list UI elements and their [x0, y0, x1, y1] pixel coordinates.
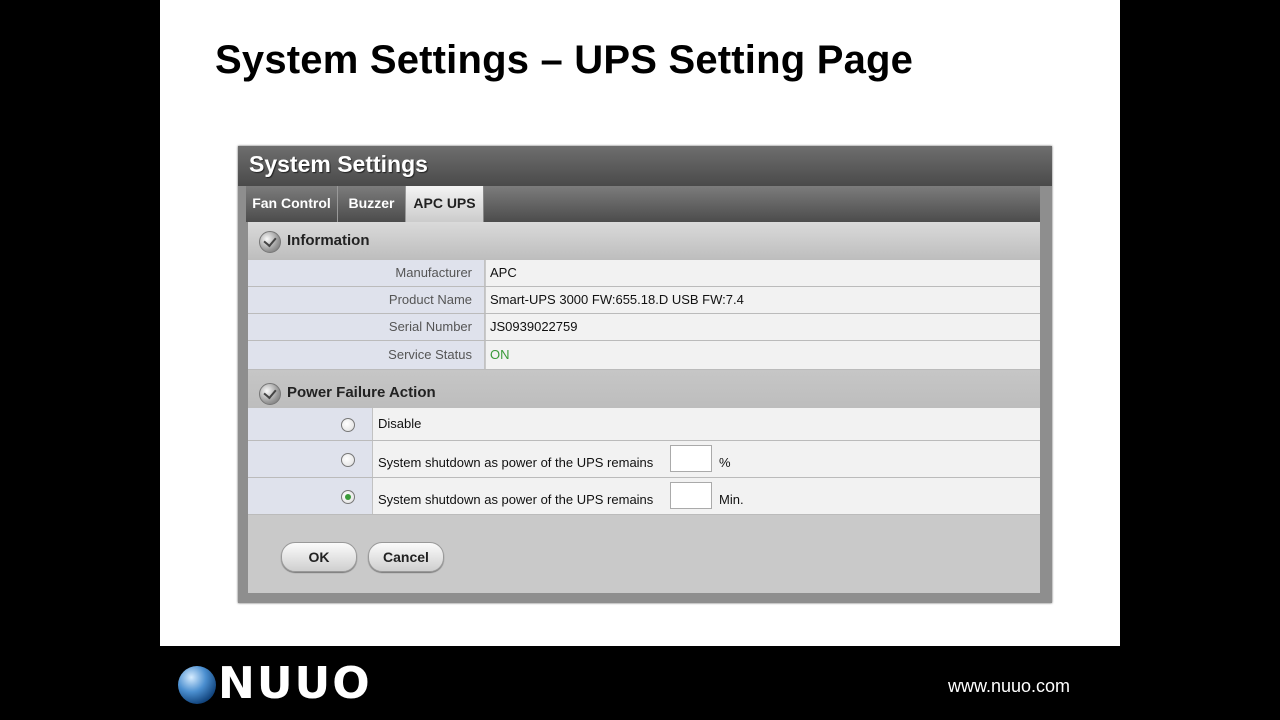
- info-value: Smart-UPS 3000 FW:655.18.D USB FW:7.4: [486, 287, 1040, 313]
- info-row-manufacturer: Manufacturer APC: [248, 260, 1040, 287]
- minutes-unit: Min.: [719, 492, 744, 507]
- pf-option-disable: Disable: [248, 408, 1040, 441]
- checkmark-icon: [259, 383, 281, 405]
- text-cell: System shutdown as power of the UPS rema…: [373, 478, 1040, 514]
- information-title: Information: [287, 232, 370, 249]
- system-settings-panel: System Settings Fan Control Buzzer APC U…: [238, 146, 1052, 603]
- information-section-header: Information: [248, 222, 1040, 260]
- disable-radio[interactable]: [341, 418, 355, 432]
- shutdown-minutes-input[interactable]: [670, 482, 712, 509]
- radio-cell: [248, 408, 373, 440]
- shutdown-percent-radio[interactable]: [341, 453, 355, 467]
- percent-unit: %: [719, 455, 731, 470]
- panel-title: System Settings: [249, 151, 428, 177]
- ok-button[interactable]: OK: [281, 542, 357, 572]
- info-value: APC: [486, 260, 1040, 286]
- tab-buzzer[interactable]: Buzzer: [338, 186, 406, 222]
- info-row-serial-number: Serial Number JS0939022759: [248, 314, 1040, 341]
- tab-content: Information Manufacturer APC Product Nam…: [248, 222, 1040, 593]
- shutdown-minutes-radio[interactable]: [341, 490, 355, 504]
- tab-fan-control[interactable]: Fan Control: [246, 186, 338, 222]
- globe-icon: [178, 666, 216, 704]
- logo-text: NUUO: [218, 658, 372, 709]
- slide: System Settings – UPS Setting Page Syste…: [160, 0, 1120, 646]
- power-failure-title: Power Failure Action: [287, 384, 436, 401]
- radio-cell: [248, 441, 373, 477]
- tab-bar: Fan Control Buzzer APC UPS: [246, 186, 1040, 224]
- service-status-value: ON: [486, 341, 1040, 369]
- info-label: Service Status: [248, 341, 485, 369]
- checkmark-icon: [259, 231, 281, 253]
- tab-apc-ups[interactable]: APC UPS: [406, 186, 484, 224]
- pf-option-minutes: System shutdown as power of the UPS rema…: [248, 478, 1040, 515]
- pf-option-percent: System shutdown as power of the UPS rema…: [248, 441, 1040, 478]
- radio-cell: [248, 478, 373, 514]
- cancel-button[interactable]: Cancel: [368, 542, 444, 572]
- info-label: Manufacturer: [248, 260, 485, 286]
- disable-label: Disable: [378, 416, 422, 431]
- website-url: www.nuuo.com: [948, 676, 1071, 696]
- info-row-service-status: Service Status ON: [248, 341, 1040, 370]
- text-cell: System shutdown as power of the UPS rema…: [373, 441, 1040, 477]
- info-label: Product Name: [248, 287, 485, 313]
- shutdown-percent-label: System shutdown as power of the UPS rema…: [378, 455, 654, 470]
- info-value: JS0939022759: [486, 314, 1040, 340]
- slide-title: System Settings – UPS Setting Page: [215, 38, 914, 82]
- shutdown-percent-input[interactable]: [670, 445, 712, 472]
- panel-header: System Settings: [238, 146, 1052, 186]
- info-row-product-name: Product Name Smart-UPS 3000 FW:655.18.D …: [248, 287, 1040, 314]
- info-label: Serial Number: [248, 314, 485, 340]
- power-failure-section-header: Power Failure Action: [248, 370, 1040, 408]
- text-cell: Disable: [373, 408, 1040, 440]
- shutdown-minutes-label: System shutdown as power of the UPS rema…: [378, 492, 654, 507]
